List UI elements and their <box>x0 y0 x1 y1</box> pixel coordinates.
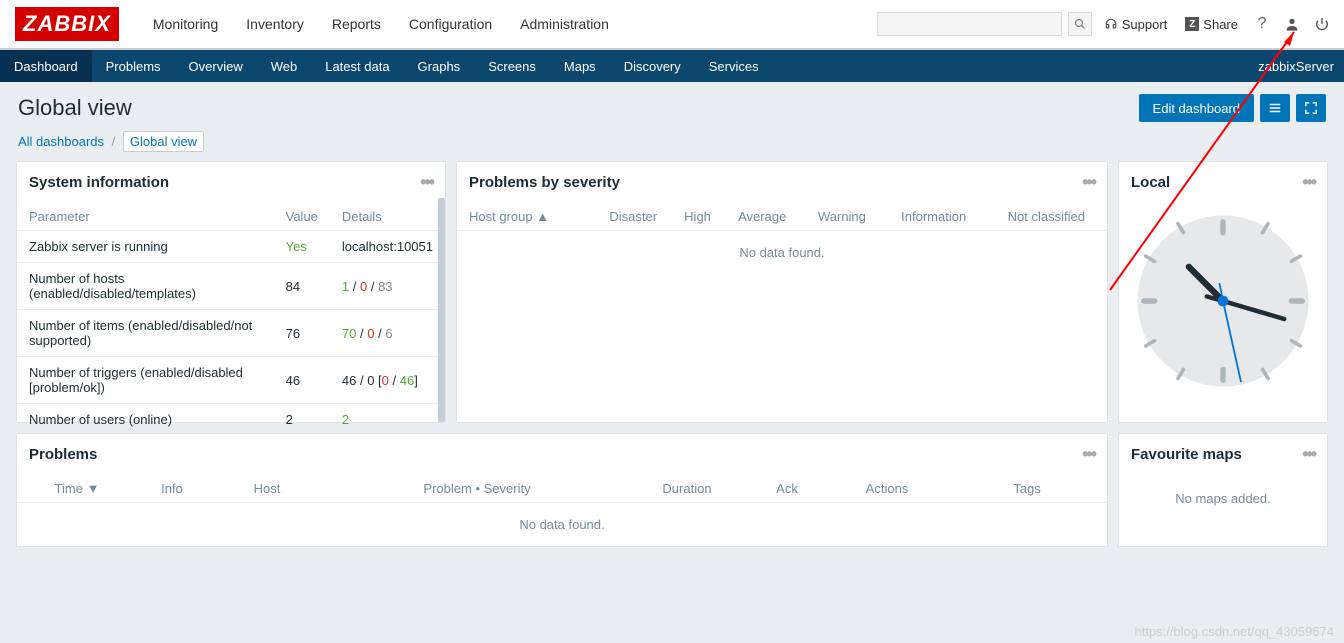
headset-icon <box>1104 17 1118 31</box>
problems-header[interactable]: Time ▼ <box>17 475 137 503</box>
severity-header[interactable]: Host group ▲ <box>457 203 594 231</box>
favmaps-title: Favourite maps <box>1131 446 1242 463</box>
sub-nav-latest-data[interactable]: Latest data <box>311 50 403 82</box>
problems-title: Problems <box>29 446 97 463</box>
problems-header: Ack <box>747 475 827 503</box>
widget-problems-severity: Problems by severity ••• Host group ▲Dis… <box>456 161 1108 423</box>
problems-header: Tags <box>947 475 1107 503</box>
widget-menu-icon[interactable]: ••• <box>1302 444 1315 465</box>
widget-problems: Problems ••• Time ▼InfoHostProblem • Sev… <box>16 433 1108 547</box>
sysinfo-title: System information <box>29 174 169 191</box>
top-nav: MonitoringInventoryReportsConfigurationA… <box>139 0 623 48</box>
watermark: https://blog.csdn.net/qq_43059674 <box>1135 624 1335 639</box>
sub-nav-screens[interactable]: Screens <box>474 50 550 82</box>
sub-nav-services[interactable]: Services <box>695 50 773 82</box>
widget-system-information: System information ••• ParameterValueDet… <box>16 161 446 423</box>
sub-nav-overview[interactable]: Overview <box>175 50 257 82</box>
clock-title: Local <box>1131 174 1170 191</box>
sub-nav-maps[interactable]: Maps <box>550 50 610 82</box>
widget-menu-icon[interactable]: ••• <box>1082 172 1095 193</box>
z-icon: Z <box>1185 17 1199 31</box>
severity-header: Warning <box>802 203 882 231</box>
problems-header: Host <box>207 475 327 503</box>
widget-menu-icon[interactable]: ••• <box>420 172 433 193</box>
problems-header: Problem • Severity <box>327 475 627 503</box>
widget-menu-icon[interactable]: ••• <box>1302 172 1315 193</box>
severity-no-data: No data found. <box>457 231 1107 274</box>
severity-header: Disaster <box>594 203 673 231</box>
share-link[interactable]: Z Share <box>1179 17 1244 32</box>
severity-header: Information <box>882 203 986 231</box>
scrollbar[interactable] <box>438 198 445 422</box>
favmaps-empty: No maps added. <box>1119 475 1327 522</box>
sub-nav-dashboard[interactable]: Dashboard <box>0 50 92 82</box>
table-row: Number of triggers (enabled/disabled [pr… <box>17 357 445 404</box>
menu-button[interactable] <box>1260 94 1290 122</box>
top-nav-configuration[interactable]: Configuration <box>395 0 506 48</box>
user-icon <box>1284 16 1300 32</box>
sub-nav-web[interactable]: Web <box>257 50 312 82</box>
edit-dashboard-button[interactable]: Edit dashboard <box>1139 94 1254 122</box>
widget-menu-icon[interactable]: ••• <box>1082 444 1095 465</box>
fullscreen-button[interactable] <box>1296 94 1326 122</box>
top-nav-reports[interactable]: Reports <box>318 0 395 48</box>
sub-nav-discovery[interactable]: Discovery <box>610 50 695 82</box>
problems-table: Time ▼InfoHostProblem • SeverityDuration… <box>17 475 1107 503</box>
support-link[interactable]: Support <box>1098 17 1174 32</box>
table-row: Zabbix server is runningYeslocalhost:100… <box>17 231 445 263</box>
problems-header: Actions <box>827 475 947 503</box>
top-nav-administration[interactable]: Administration <box>506 0 623 48</box>
table-row: Number of items (enabled/disabled/not su… <box>17 310 445 357</box>
host-label: zabbixServer <box>1258 59 1334 74</box>
severity-header: High <box>673 203 722 231</box>
breadcrumb-current[interactable]: Global view <box>123 131 204 152</box>
severity-header: Not classified <box>986 203 1107 231</box>
severity-table: Host group ▲DisasterHighAverageWarningIn… <box>457 203 1107 231</box>
clock-icon <box>1133 211 1313 391</box>
widget-clock: Local ••• <box>1118 161 1328 423</box>
expand-icon <box>1304 101 1318 115</box>
logout-button[interactable] <box>1310 16 1334 32</box>
share-label: Share <box>1203 17 1238 32</box>
search-input[interactable] <box>877 12 1062 36</box>
severity-title: Problems by severity <box>469 174 620 191</box>
top-nav-monitoring[interactable]: Monitoring <box>139 0 232 48</box>
table-row: Number of users (online)22 <box>17 404 445 436</box>
sub-nav: DashboardProblemsOverviewWebLatest dataG… <box>0 50 1344 82</box>
page-title: Global view <box>18 95 132 121</box>
sub-nav-problems[interactable]: Problems <box>92 50 175 82</box>
search-button[interactable] <box>1068 12 1092 36</box>
question-icon: ? <box>1258 15 1267 33</box>
problems-header: Duration <box>627 475 747 503</box>
table-row: Number of hosts (enabled/disabled/templa… <box>17 263 445 310</box>
user-button[interactable] <box>1280 16 1304 32</box>
hamburger-icon <box>1268 101 1282 115</box>
problems-no-data: No data found. <box>17 503 1107 546</box>
search-icon <box>1074 18 1086 30</box>
top-nav-inventory[interactable]: Inventory <box>232 0 318 48</box>
sysinfo-header: Details <box>330 203 445 231</box>
sub-nav-graphs[interactable]: Graphs <box>404 50 475 82</box>
sysinfo-header: Parameter <box>17 203 274 231</box>
severity-header: Average <box>722 203 802 231</box>
widget-fav-maps: Favourite maps ••• No maps added. <box>1118 433 1328 547</box>
power-icon <box>1314 16 1330 32</box>
sysinfo-header: Value <box>274 203 330 231</box>
logo[interactable]: ZABBIX <box>15 7 119 41</box>
breadcrumb: All dashboards / Global view <box>0 128 1344 161</box>
support-label: Support <box>1122 17 1168 32</box>
breadcrumb-all[interactable]: All dashboards <box>18 134 104 149</box>
problems-header: Info <box>137 475 207 503</box>
help-button[interactable]: ? <box>1250 15 1274 33</box>
